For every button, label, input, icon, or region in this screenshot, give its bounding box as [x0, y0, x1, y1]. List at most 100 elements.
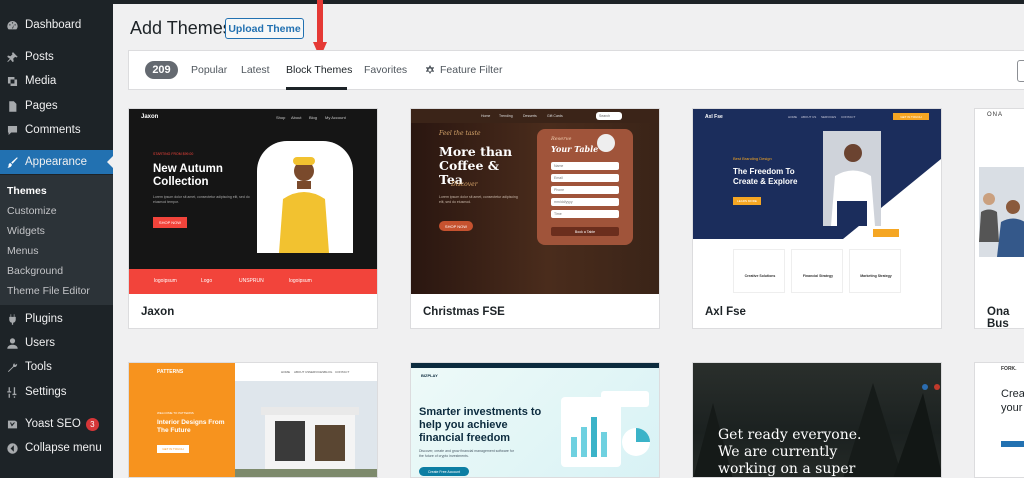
submenu-item-widgets[interactable]: Widgets	[7, 225, 45, 237]
form-field: Email	[551, 174, 619, 182]
sidebar-item-settings[interactable]: Settings	[0, 380, 113, 404]
theme-cta-button: SHOP NOW	[439, 221, 473, 231]
theme-nav-item: SERVICES	[309, 370, 325, 374]
theme-nav-item: ABOUT US	[801, 115, 817, 119]
team-photo-image	[979, 167, 1024, 257]
theme-cta-button: LEARN MORE	[733, 197, 761, 205]
form-field: Time	[551, 210, 619, 218]
form-field: Name	[551, 162, 619, 170]
theme-nav-item: Shop	[276, 115, 286, 120]
sidebar-item-label: Settings	[25, 386, 67, 398]
theme-card-fork[interactable]: FORK. Crea your	[974, 362, 1024, 478]
plug-icon	[5, 312, 19, 326]
tab-favorites[interactable]: Favorites	[364, 64, 407, 76]
sidebar-item-comments[interactable]: Comments	[0, 118, 113, 142]
sidebar-item-dashboard[interactable]: Dashboard	[0, 13, 113, 37]
theme-cta-button	[1001, 441, 1024, 447]
form-submit-button: Book a Table	[551, 227, 619, 236]
tab-block-themes[interactable]: Block Themes	[286, 64, 352, 76]
theme-nav-item: CONTACT	[841, 115, 856, 119]
theme-headline: New Autumn Collection	[153, 163, 223, 188]
theme-headline: Smarter investments to help you achieve …	[419, 406, 542, 444]
form-title: Your Table	[551, 144, 599, 154]
theme-name: Ona Bus	[987, 306, 1010, 329]
page-title: Add Themes	[130, 18, 232, 38]
theme-headline: Interior Designs From The Future	[157, 419, 225, 434]
sidebar-item-label: Plugins	[25, 313, 63, 325]
theme-card-coming-soon[interactable]: Get ready everyone. We are currently wor…	[692, 362, 942, 478]
sidebar-item-appearance[interactable]: Appearance	[0, 150, 113, 174]
theme-cta-button: Create Free Account	[419, 467, 469, 476]
theme-tagline: STARTING FROM $99.00	[153, 152, 194, 156]
theme-name: Christmas FSE	[423, 306, 505, 318]
theme-card-bizplay[interactable]: BIZPLAY Smarter investments to help you …	[410, 362, 660, 478]
theme-name: Jaxon	[141, 306, 175, 318]
feature-filter-button[interactable]: Feature Filter	[425, 64, 502, 76]
submenu-item-customize[interactable]: Customize	[7, 205, 57, 217]
theme-nav-item: HOME	[788, 115, 797, 119]
finance-dashboard-image	[561, 391, 650, 467]
submenu-item-menus[interactable]: Menus	[7, 245, 39, 257]
brush-icon	[5, 155, 19, 169]
theme-kicker: WELCOME TO PATTERNS	[157, 411, 194, 415]
submenu-item-themes[interactable]: Themes	[7, 185, 47, 197]
theme-body-text: Lorem ipsum dolor sit amet, consectetur …	[153, 195, 250, 204]
theme-brand: Jaxon	[141, 114, 159, 120]
sidebar-item-label: Appearance	[25, 156, 88, 168]
sliders-icon	[5, 385, 19, 399]
admin-sidebar: Dashboard Posts Media Pages Comments App…	[0, 0, 113, 478]
sidebar-item-users[interactable]: Users	[0, 331, 113, 355]
logo-item: UNSPRUN	[239, 278, 264, 284]
feature-title: Creative Solutions	[744, 274, 776, 278]
pin-icon	[5, 50, 19, 64]
collapse-menu-button[interactable]: Collapse menu	[0, 436, 113, 460]
yoast-icon	[5, 417, 19, 431]
theme-brand: FORK.	[1001, 366, 1017, 372]
sidebar-item-label: Collapse menu	[25, 442, 102, 454]
sidebar-item-label: Tools	[25, 361, 52, 373]
submenu-item-theme-file-editor[interactable]: Theme File Editor	[7, 285, 90, 297]
search-themes-input[interactable]	[1017, 60, 1024, 82]
theme-card-christmas-fse[interactable]: Home Trending Desserts Gift Cards Search…	[410, 108, 660, 329]
user-icon	[5, 336, 19, 350]
theme-brand: ONA	[987, 112, 1004, 118]
theme-brand: BIZPLAY	[421, 373, 438, 378]
sidebar-item-pages[interactable]: Pages	[0, 94, 113, 118]
tab-popular[interactable]: Popular	[191, 64, 227, 76]
theme-card-axl-fse[interactable]: Axl Fse HOME ABOUT US SERVICES CONTACT G…	[692, 108, 942, 329]
sidebar-item-tools[interactable]: Tools	[0, 355, 113, 379]
theme-nav-item: BLOG	[324, 370, 333, 374]
theme-nav-cta: GET IN TOUCH	[893, 113, 929, 120]
dashboard-icon	[5, 18, 19, 32]
theme-screenshot: Axl Fse HOME ABOUT US SERVICES CONTACT G…	[693, 109, 941, 294]
sidebar-item-label: Posts	[25, 51, 54, 63]
reservation-form: Reserve Your Table Name Email Phone mm/d…	[537, 129, 633, 245]
theme-card-patterns[interactable]: PATTERNS HOME ABOUT US SERVICES BLOG CON…	[128, 362, 378, 478]
feature-box: Financial Strategy	[791, 249, 843, 293]
active-tab-underline	[286, 87, 347, 90]
theme-cta-button: GET IN TOUCH	[157, 445, 189, 453]
sidebar-item-yoast-seo[interactable]: Yoast SEO 3	[0, 412, 113, 436]
upload-theme-button[interactable]: Upload Theme	[225, 18, 304, 39]
theme-screenshot: ONA	[975, 109, 1024, 294]
feature-filter-label: Feature Filter	[440, 64, 503, 76]
logo-item: logoipsum	[289, 278, 312, 284]
submenu-item-background[interactable]: Background	[7, 265, 63, 277]
theme-nav-item: Blog	[309, 115, 318, 120]
theme-body-text: Discover, create and grow financial mana…	[419, 449, 514, 458]
sidebar-item-label: Media	[25, 75, 57, 87]
sidebar-item-posts[interactable]: Posts	[0, 45, 113, 69]
collapse-icon	[5, 441, 19, 455]
sidebar-item-plugins[interactable]: Plugins	[0, 307, 113, 331]
media-icon	[5, 74, 19, 88]
theme-card-jaxon[interactable]: Jaxon Shop About Blog My Account STARTIN…	[128, 108, 378, 329]
sidebar-item-media[interactable]: Media	[0, 69, 113, 93]
tab-latest[interactable]: Latest	[241, 64, 270, 76]
theme-nav-item: ABOUT US	[294, 370, 310, 374]
theme-card-ona-bus[interactable]: ONA Ona Bus	[974, 108, 1024, 329]
wrench-icon	[5, 360, 19, 374]
theme-cta-button: SHOP NOW	[153, 217, 187, 228]
hero-person-image	[823, 131, 881, 226]
theme-count-badge: 209	[145, 61, 178, 79]
orange-accent-block	[873, 229, 899, 237]
